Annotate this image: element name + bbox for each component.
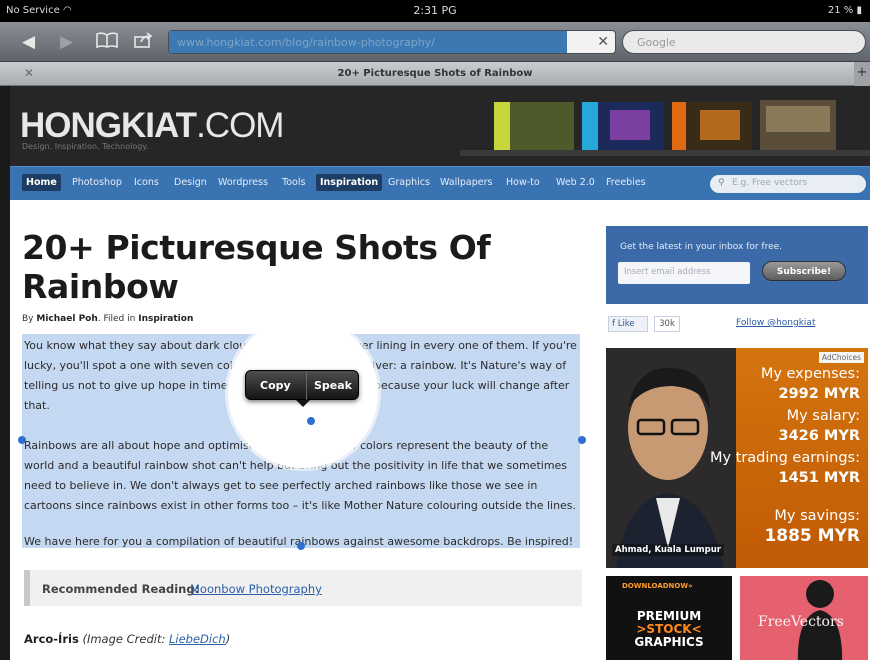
tab-bar: ✕ 20+ Picturesque Shots of Rainbow + [0,62,870,86]
book-banner[interactable] [460,96,870,156]
nav-item-tools[interactable]: Tools [282,177,305,188]
nav-item-wallpapers[interactable]: Wallpapers [440,177,492,188]
popup-divider [306,371,307,401]
search-icon: ⚲ [718,178,725,188]
battery-indicator: 21 % ▮ [827,5,862,16]
nav-item-howto[interactable]: How-to [506,177,540,188]
ad-text-line: My trading earnings: [709,450,860,466]
url-text: www.hongkiat.com/blog/rainbow-photograph… [177,36,435,49]
site-tagline: Design. Inspiration. Technology. [22,142,149,151]
ad2-title: PREMIUM >STOCK< GRAPHICS [634,609,704,649]
ad2-download-label: DOWNLOADNOW» [622,582,693,590]
edit-menu-popup: Copy Speak [245,370,359,407]
back-icon[interactable]: ◀ [22,32,35,52]
image-credit-link[interactable]: LiebeDich [169,632,226,646]
search-field[interactable]: Google [622,30,866,54]
ad-text-line: 1451 MYR [778,470,861,486]
facebook-like-button[interactable]: f Like [608,316,648,332]
recommended-label: Recommended Reading: [42,582,200,596]
nav-item-design[interactable]: Design [174,177,207,188]
recommended-reading-box: Recommended Reading: Moonbow Photography [24,570,582,606]
speak-button[interactable]: Speak [314,379,352,392]
popup-arrow [296,400,310,407]
web-page: HONGKIAT.COM Design. Inspiration. Techno… [10,86,870,660]
ad-person-caption: Ahmad, Kuala Lumpur [612,544,724,556]
stock-graphics-ad[interactable]: DOWNLOADNOW» PREMIUM >STOCK< GRAPHICS [606,576,732,660]
magnifier-selection-handle[interactable] [307,417,315,425]
ad-text-line: My salary: [786,408,860,424]
selection-bottom-handle[interactable] [297,542,305,550]
gallery-item-title: Arco-Íris (Image Credit: LiebeDich) [24,632,231,646]
article-title: 20+ Picturesque Shots Of Rainbow [22,228,491,306]
site-search-placeholder: E.g. Free vectors [732,178,808,188]
bookmarks-icon[interactable] [96,32,118,53]
share-icon[interactable] [134,32,154,53]
address-bar[interactable]: www.hongkiat.com/blog/rainbow-photograph… [168,30,616,54]
clock: 2:31 PG [413,4,457,17]
ad-text-line: My savings: [774,508,860,524]
article-byline: By Michael Poh. Filed in Inspiration [22,314,194,324]
forward-icon[interactable]: ▶ [60,32,73,52]
nav-item-freebies[interactable]: Freebies [606,177,646,188]
email-field[interactable]: Insert email address [618,262,750,284]
ad-text-line: 1885 MYR [764,526,860,546]
newsletter-text: Get the latest in your inbox for free. [620,242,783,252]
selection-start-handle[interactable] [18,436,26,444]
nav-item-wordpress[interactable]: Wordpress [218,177,268,188]
browser-toolbar: ◀ ▶ www.hongkiat.com/blog/rainbow-photog… [0,22,870,62]
trading-ad-banner[interactable]: AdChoices My expenses: 2992 MYR My salar… [606,348,868,568]
nav-item-graphics[interactable]: Graphics [388,177,430,188]
newsletter-box: Get the latest in your inbox for free. I… [606,226,868,304]
like-count: 30k [654,316,680,332]
site-header: HONGKIAT.COM Design. Inspiration. Techno… [10,86,870,166]
nav-item-inspiration[interactable]: Inspiration [316,174,383,191]
nav-item-web20[interactable]: Web 2.0 [556,177,595,188]
ad-text-line: 2992 MYR [778,386,861,402]
site-logo[interactable]: HONGKIAT.COM [20,106,284,146]
category-link[interactable]: Inspiration [138,314,193,324]
copy-button[interactable]: Copy [260,379,291,392]
nav-item-icons[interactable]: Icons [134,177,159,188]
search-placeholder: Google [637,36,676,49]
ad-choices-label[interactable]: AdChoices [818,352,864,363]
new-tab-icon[interactable]: + [854,62,870,86]
status-bar: No Service ◠ 2:31 PG 21 % ▮ [0,0,870,22]
author-link[interactable]: Michael Poh [36,314,97,324]
ad3-title: FreeVectors [758,614,844,630]
nav-item-home[interactable]: Home [22,174,61,191]
selection-end-handle[interactable] [578,436,586,444]
tab-title[interactable]: 20+ Picturesque Shots of Rainbow [0,68,870,79]
site-search-input[interactable]: ⚲ E.g. Free vectors [710,175,866,193]
nav-item-photoshop[interactable]: Photoshop [72,177,122,188]
recommended-link[interactable]: Moonbow Photography [190,582,322,596]
freevectors-ad[interactable]: FreeVectors [740,576,868,660]
ad-text-line: My expenses: [760,366,860,382]
subscribe-button[interactable]: Subscribe! [762,261,846,281]
ad-text-line: 3426 MYR [778,428,861,444]
twitter-follow-link[interactable]: Follow @hongkiat [736,318,815,328]
battery-icon: ▮ [856,5,862,16]
clear-url-icon[interactable]: ✕ [597,34,609,50]
facebook-icon: f [612,319,615,329]
main-nav: Home Photoshop Icons Design Wordpress To… [10,166,870,200]
